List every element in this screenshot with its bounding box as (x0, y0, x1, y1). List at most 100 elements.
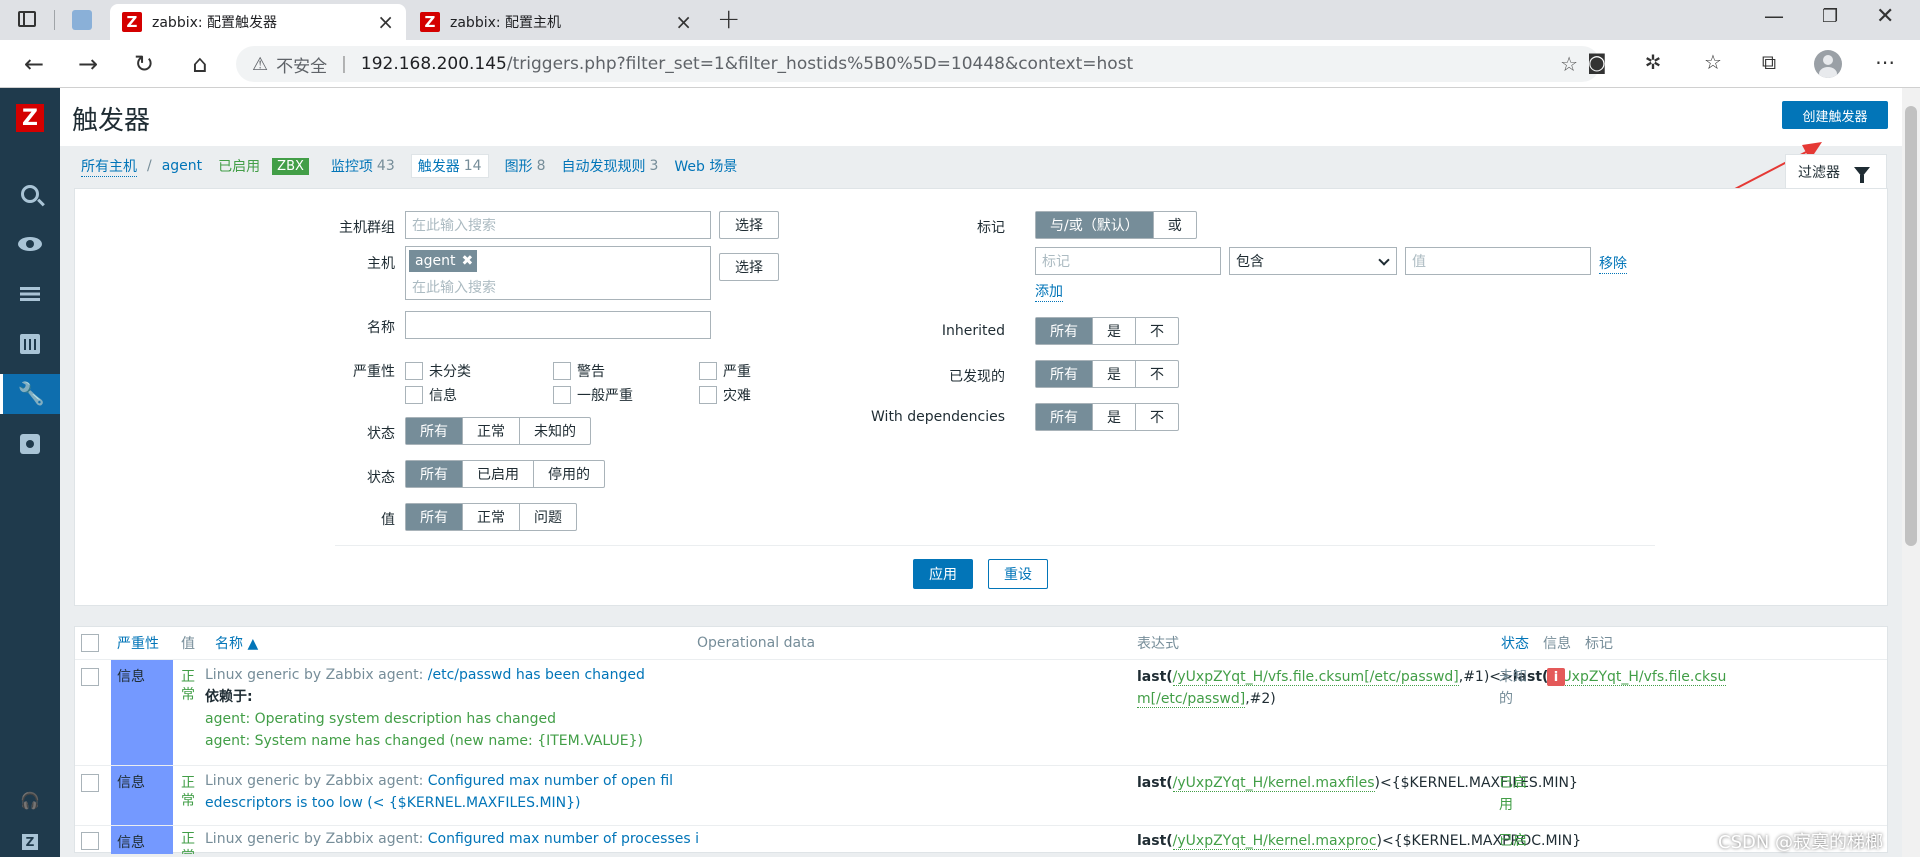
status-cell[interactable]: 已启用 (1499, 772, 1539, 816)
inherited-all[interactable]: 所有 (1036, 318, 1092, 344)
remove-tag-link[interactable]: 移除 (1599, 253, 1627, 274)
tag-value-input[interactable]: 值 (1405, 247, 1591, 275)
window-close-icon[interactable]: ✕ (1876, 4, 1894, 29)
dependencies-no[interactable]: 不 (1135, 404, 1178, 430)
more-icon[interactable]: ⋯ (1872, 50, 1898, 76)
severity-warning[interactable]: 警告 (553, 361, 605, 381)
tab-actions-icon[interactable] (18, 11, 36, 27)
host-select-button[interactable]: 选择 (719, 253, 779, 281)
template-link[interactable]: Linux generic by Zabbix agent: (205, 667, 423, 683)
extension-icon[interactable]: ◙ (1584, 50, 1610, 76)
severity-information[interactable]: 信息 (405, 385, 457, 405)
status-all[interactable]: 所有 (406, 461, 462, 487)
reports-chart-icon[interactable] (0, 324, 60, 364)
tab-triggers[interactable]: Z zabbix: 配置触发器 × (110, 4, 406, 40)
trigger-name-link[interactable]: Configured max number of processes i (428, 831, 699, 847)
severity-not-classified[interactable]: 未分类 (405, 361, 471, 381)
create-trigger-button[interactable]: 创建触发器 (1782, 101, 1888, 129)
discovered-no[interactable]: 不 (1135, 361, 1178, 387)
state-normal[interactable]: 正常 (462, 418, 519, 444)
back-icon[interactable]: ← (16, 46, 52, 82)
inventory-list-icon[interactable] (0, 274, 60, 314)
host-status-enabled[interactable]: 已启用 (218, 156, 260, 176)
severity-average[interactable]: 一般严重 (553, 385, 633, 405)
dependency-link[interactable]: agent: System name has changed (new name… (205, 730, 705, 752)
breadcrumb-all-hosts[interactable]: 所有主机 (81, 156, 137, 177)
breadcrumb-discovery[interactable]: 自动发现规则 3 (561, 156, 658, 176)
filter-tab[interactable]: 过滤器 (1785, 154, 1887, 188)
breadcrumb-host[interactable]: agent (162, 158, 202, 174)
close-tab-icon[interactable]: × (675, 10, 692, 34)
minimize-icon[interactable]: — (1764, 4, 1784, 28)
zabbix-logo[interactable]: Z (16, 104, 44, 132)
breadcrumb-items[interactable]: 监控项 43 (331, 156, 395, 176)
state-unknown[interactable]: 未知的 (519, 418, 590, 444)
add-favorite-icon[interactable]: ☆ (1560, 52, 1578, 76)
status-disabled[interactable]: 停用的 (533, 461, 604, 487)
inherited-yes[interactable]: 是 (1092, 318, 1135, 344)
host-group-input[interactable]: 在此输入搜索 (405, 211, 711, 239)
inherited-no[interactable]: 不 (1135, 318, 1178, 344)
configuration-wrench-icon[interactable]: 🔧 (0, 374, 60, 414)
page-scrollbar[interactable] (1902, 88, 1920, 857)
favorites-icon[interactable]: ☆ (1700, 50, 1726, 76)
tag-name-input[interactable]: 标记 (1035, 247, 1221, 275)
expression-item-link[interactable]: /yUxpZYqt_H/vfs.file.cksum[/etc/passwd] (1172, 669, 1459, 686)
template-link[interactable]: Linux generic by Zabbix agent: (205, 831, 423, 847)
forward-icon[interactable]: → (70, 46, 106, 82)
severity-disaster[interactable]: 灾难 (699, 385, 751, 405)
status-cell[interactable]: 未知的 (1499, 666, 1539, 710)
breadcrumb-web[interactable]: Web 场景 (674, 156, 737, 176)
row-checkbox[interactable] (81, 774, 99, 792)
breadcrumb-graphs[interactable]: 图形 8 (505, 156, 546, 176)
home-icon[interactable]: ⌂ (182, 46, 218, 82)
row-checkbox[interactable] (81, 668, 99, 686)
add-tag-link[interactable]: 添加 (1035, 281, 1063, 302)
tab-hosts[interactable]: Z zabbix: 配置主机 × (408, 4, 704, 40)
puzzle-icon[interactable]: ✲ (1640, 50, 1666, 76)
state-all[interactable]: 所有 (406, 418, 462, 444)
info-error-icon[interactable]: i (1547, 668, 1565, 686)
tags-or[interactable]: 或 (1152, 212, 1196, 238)
expression-item-link[interactable]: /yUxpZYqt_H/kernel.maxproc (1172, 833, 1377, 850)
apply-button[interactable]: 应用 (913, 559, 973, 589)
name-input[interactable] (405, 311, 711, 339)
header-severity[interactable]: 严重性 (117, 627, 159, 659)
profile-avatar[interactable] (1814, 50, 1842, 78)
collections-icon[interactable]: ⧉ (1756, 50, 1782, 76)
new-tab-icon[interactable]: + (717, 2, 740, 35)
header-name[interactable]: 名称 ▲ (215, 627, 258, 659)
value-ok[interactable]: 正常 (462, 504, 519, 530)
dependency-link[interactable]: agent: Operating system description has … (205, 708, 705, 730)
administration-gear-icon[interactable] (0, 424, 60, 464)
tags-and-or[interactable]: 与/或（默认） (1036, 212, 1153, 238)
dependencies-all[interactable]: 所有 (1036, 404, 1092, 430)
template-link[interactable]: Linux generic by Zabbix agent: (205, 773, 423, 789)
row-checkbox[interactable] (81, 832, 99, 850)
value-all[interactable]: 所有 (406, 504, 462, 530)
host-group-select-button[interactable]: 选择 (719, 211, 779, 239)
monitoring-eye-icon[interactable] (0, 224, 60, 264)
reset-button[interactable]: 重设 (988, 559, 1048, 589)
close-tab-icon[interactable]: × (377, 10, 394, 34)
reload-icon[interactable]: ↻ (126, 46, 162, 82)
value-problem[interactable]: 问题 (519, 504, 576, 530)
tag-operator-select[interactable]: 包含 (1229, 247, 1397, 275)
dependencies-yes[interactable]: 是 (1092, 404, 1135, 430)
expression-item-link[interactable]: /yUxpZYqt_H/kernel.maxfiles (1172, 775, 1375, 792)
trigger-name-link[interactable]: /etc/passwd has been changed (428, 667, 645, 683)
restore-icon[interactable]: ❐ (1822, 6, 1838, 27)
status-cell[interactable]: 已启 (1499, 830, 1539, 852)
pinned-tab-icon[interactable] (72, 10, 92, 30)
select-all-checkbox[interactable] (81, 634, 99, 652)
zabbix-share-icon[interactable]: Z (0, 822, 60, 857)
remove-host-icon[interactable]: ✖ (461, 253, 473, 269)
host-multiselect[interactable]: agent ✖ 在此输入搜索 (405, 246, 711, 300)
address-bar[interactable]: ⚠ 不安全 | 192.168.200.145/triggers.php?fil… (236, 46, 1600, 82)
search-icon[interactable] (0, 174, 60, 214)
status-enabled[interactable]: 已启用 (462, 461, 533, 487)
severity-high[interactable]: 严重 (699, 361, 751, 381)
breadcrumb-triggers[interactable]: 触发器 14 (410, 154, 489, 178)
discovered-yes[interactable]: 是 (1092, 361, 1135, 387)
scrollbar-thumb[interactable] (1905, 106, 1917, 546)
